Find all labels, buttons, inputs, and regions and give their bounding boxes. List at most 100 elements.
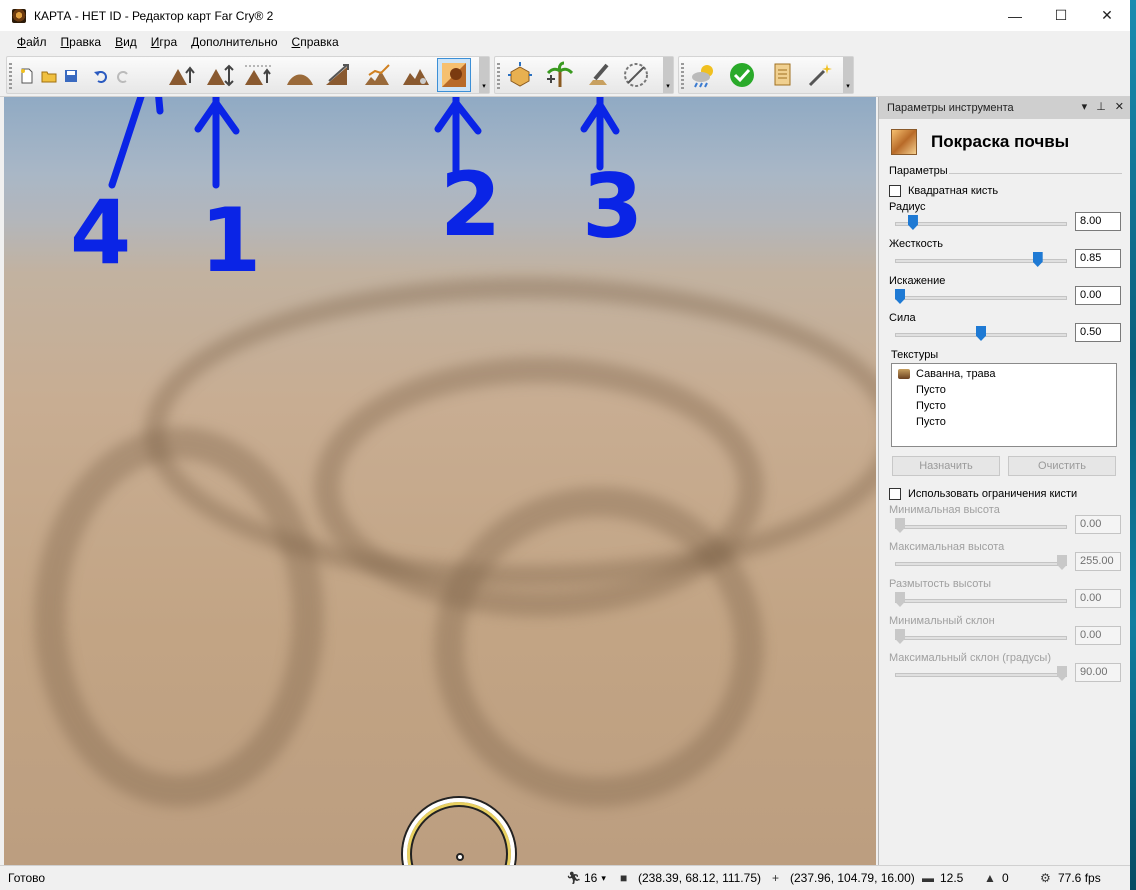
menu-edit[interactable]: Правка (54, 35, 109, 49)
hardness-input[interactable]: 0.85 (1075, 249, 1121, 268)
panel-menu-icon[interactable]: ▾ (1082, 100, 1088, 113)
new-file-button[interactable] (17, 66, 37, 86)
erode-icon (365, 64, 390, 85)
radius-label: Радиус (889, 201, 926, 213)
speed-value: 16 (584, 871, 598, 885)
toolbar-grip[interactable] (681, 63, 684, 89)
hardness-label: Жесткость (889, 238, 944, 250)
weather-button[interactable] (687, 58, 721, 92)
open-file-button[interactable] (39, 66, 59, 86)
erode-terrain-button[interactable] (361, 58, 395, 92)
texture-item[interactable]: Пусто (896, 382, 1112, 398)
level-terrain-button[interactable] (241, 58, 275, 92)
distortion-input[interactable]: 0.00 (1075, 286, 1121, 305)
remove-tool-button[interactable] (619, 58, 653, 92)
menu-view[interactable]: Вид (108, 35, 144, 49)
magic-wand-icon (808, 64, 832, 87)
max-height-label: Максимальная высота (889, 541, 1005, 553)
panel-close-icon[interactable]: ✕ (1115, 100, 1124, 113)
toolbar-overflow-button[interactable]: ▾ (843, 57, 853, 93)
title-bar: КАРТА - НЕТ ID - Редактор карт Far Cry® … (0, 0, 1130, 31)
vegetation-button[interactable] (541, 58, 575, 92)
radius-slider-track[interactable] (895, 222, 1067, 226)
square-brush-checkbox[interactable] (889, 185, 901, 197)
params-section-label: Параметры (879, 165, 1130, 181)
clear-button[interactable]: Очистить (1008, 456, 1116, 476)
smooth-terrain-button[interactable] (283, 58, 317, 92)
wizard-button[interactable] (803, 58, 837, 92)
dropdown-arrow-icon[interactable]: ▾ (601, 873, 606, 884)
use-constraints-row[interactable]: Использовать ограничения кисти (879, 484, 1130, 504)
minimize-button[interactable]: — (992, 0, 1038, 31)
max-height-slider-thumb[interactable] (1057, 555, 1067, 570)
min-slope-slider-track[interactable] (895, 636, 1067, 640)
raise-terrain-button[interactable] (165, 58, 199, 92)
strength-slider-thumb[interactable] (976, 326, 986, 341)
max-slope-slider-track[interactable] (895, 673, 1067, 677)
strength-param: Сила 0.50 (879, 312, 1130, 349)
weather-icon (692, 65, 713, 88)
square-brush-checkbox-row[interactable]: Квадратная кисть (879, 181, 1130, 201)
distortion-slider-thumb[interactable] (895, 289, 905, 304)
road-tool-button[interactable] (581, 58, 615, 92)
height-blur-input[interactable]: 0.00 (1075, 589, 1121, 608)
noise-terrain-button[interactable] (399, 58, 433, 92)
toolbar-overflow-button[interactable]: ▾ (663, 57, 673, 93)
distortion-slider-track[interactable] (895, 296, 1067, 300)
redo-button[interactable] (113, 66, 133, 86)
use-constraints-checkbox[interactable] (889, 488, 901, 500)
max-height-slider-track[interactable] (895, 562, 1067, 566)
ramp-terrain-button[interactable] (321, 58, 355, 92)
noise-terrain-icon (403, 69, 429, 85)
place-object-button[interactable] (503, 58, 537, 92)
min-height-input[interactable]: 0.00 (1075, 515, 1121, 534)
min-slope-slider-thumb[interactable] (895, 629, 905, 644)
height-blur-slider-thumb[interactable] (895, 592, 905, 607)
close-button[interactable]: ✕ (1084, 0, 1130, 31)
min-height-slider-thumb[interactable] (895, 518, 905, 533)
save-button[interactable] (61, 66, 81, 86)
texture-item[interactable]: Пусто (896, 414, 1112, 430)
toolbar-grip[interactable] (9, 63, 12, 89)
terrain-viewport[interactable]: 4 1 2 3 (4, 97, 876, 865)
maximize-button[interactable]: ☐ (1038, 0, 1084, 31)
validate-button[interactable] (725, 58, 759, 92)
menu-game[interactable]: Игра (144, 35, 184, 49)
annotation-number: 3 (582, 155, 644, 258)
speed-indicator[interactable]: 🏃︎ 16 ▾ (566, 871, 606, 885)
raise-lower-icon (207, 64, 234, 87)
radius-slider-thumb[interactable] (907, 215, 918, 230)
tool-name: Покраска почвы (931, 132, 1070, 151)
properties-button[interactable] (765, 58, 799, 92)
strength-input[interactable]: 0.50 (1075, 323, 1121, 342)
menu-file[interactable]: Файл (10, 35, 54, 49)
min-slope-input[interactable]: 0.00 (1075, 626, 1121, 645)
texture-item[interactable]: Пусто (896, 398, 1112, 414)
menu-help[interactable]: Справка (285, 35, 346, 49)
min-height-slider-track[interactable] (895, 525, 1067, 529)
toolbar: ▾ ▾ ▾ (0, 53, 1130, 97)
textures-list[interactable]: Саванна, трава Пусто Пусто Пусто (891, 363, 1117, 447)
assign-button[interactable]: Назначить (892, 456, 1000, 476)
max-height-input[interactable]: 255.00 (1075, 552, 1121, 571)
desktop-background (1130, 0, 1136, 890)
menu-advanced[interactable]: Дополнительно (184, 35, 284, 49)
raise-lower-terrain-button[interactable] (203, 58, 237, 92)
toolbar-grip[interactable] (497, 63, 500, 89)
road-tool-icon (589, 63, 609, 85)
paint-texture-icon (891, 129, 917, 155)
status-bar: Готово 🏃︎ 16 ▾ ■ (238.39, 68.12, 111.75)… (0, 865, 1130, 890)
status-text: Готово (8, 871, 46, 885)
texture-item[interactable]: Саванна, трава (896, 366, 1112, 382)
pin-icon[interactable]: ⊥ (1096, 100, 1106, 113)
tool-title: Покраска почвы (879, 119, 1130, 165)
max-slope-slider-thumb[interactable] (1057, 666, 1067, 681)
textures-label: Текстуры (891, 349, 939, 361)
hardness-slider-thumb[interactable] (1032, 252, 1043, 267)
paint-terrain-button[interactable] (437, 58, 471, 92)
height-blur-slider-track[interactable] (895, 599, 1067, 603)
toolbar-overflow-button[interactable]: ▾ (479, 57, 489, 93)
undo-button[interactable] (91, 66, 111, 86)
radius-input[interactable]: 8.00 (1075, 212, 1121, 231)
max-slope-input[interactable]: 90.00 (1075, 663, 1121, 682)
